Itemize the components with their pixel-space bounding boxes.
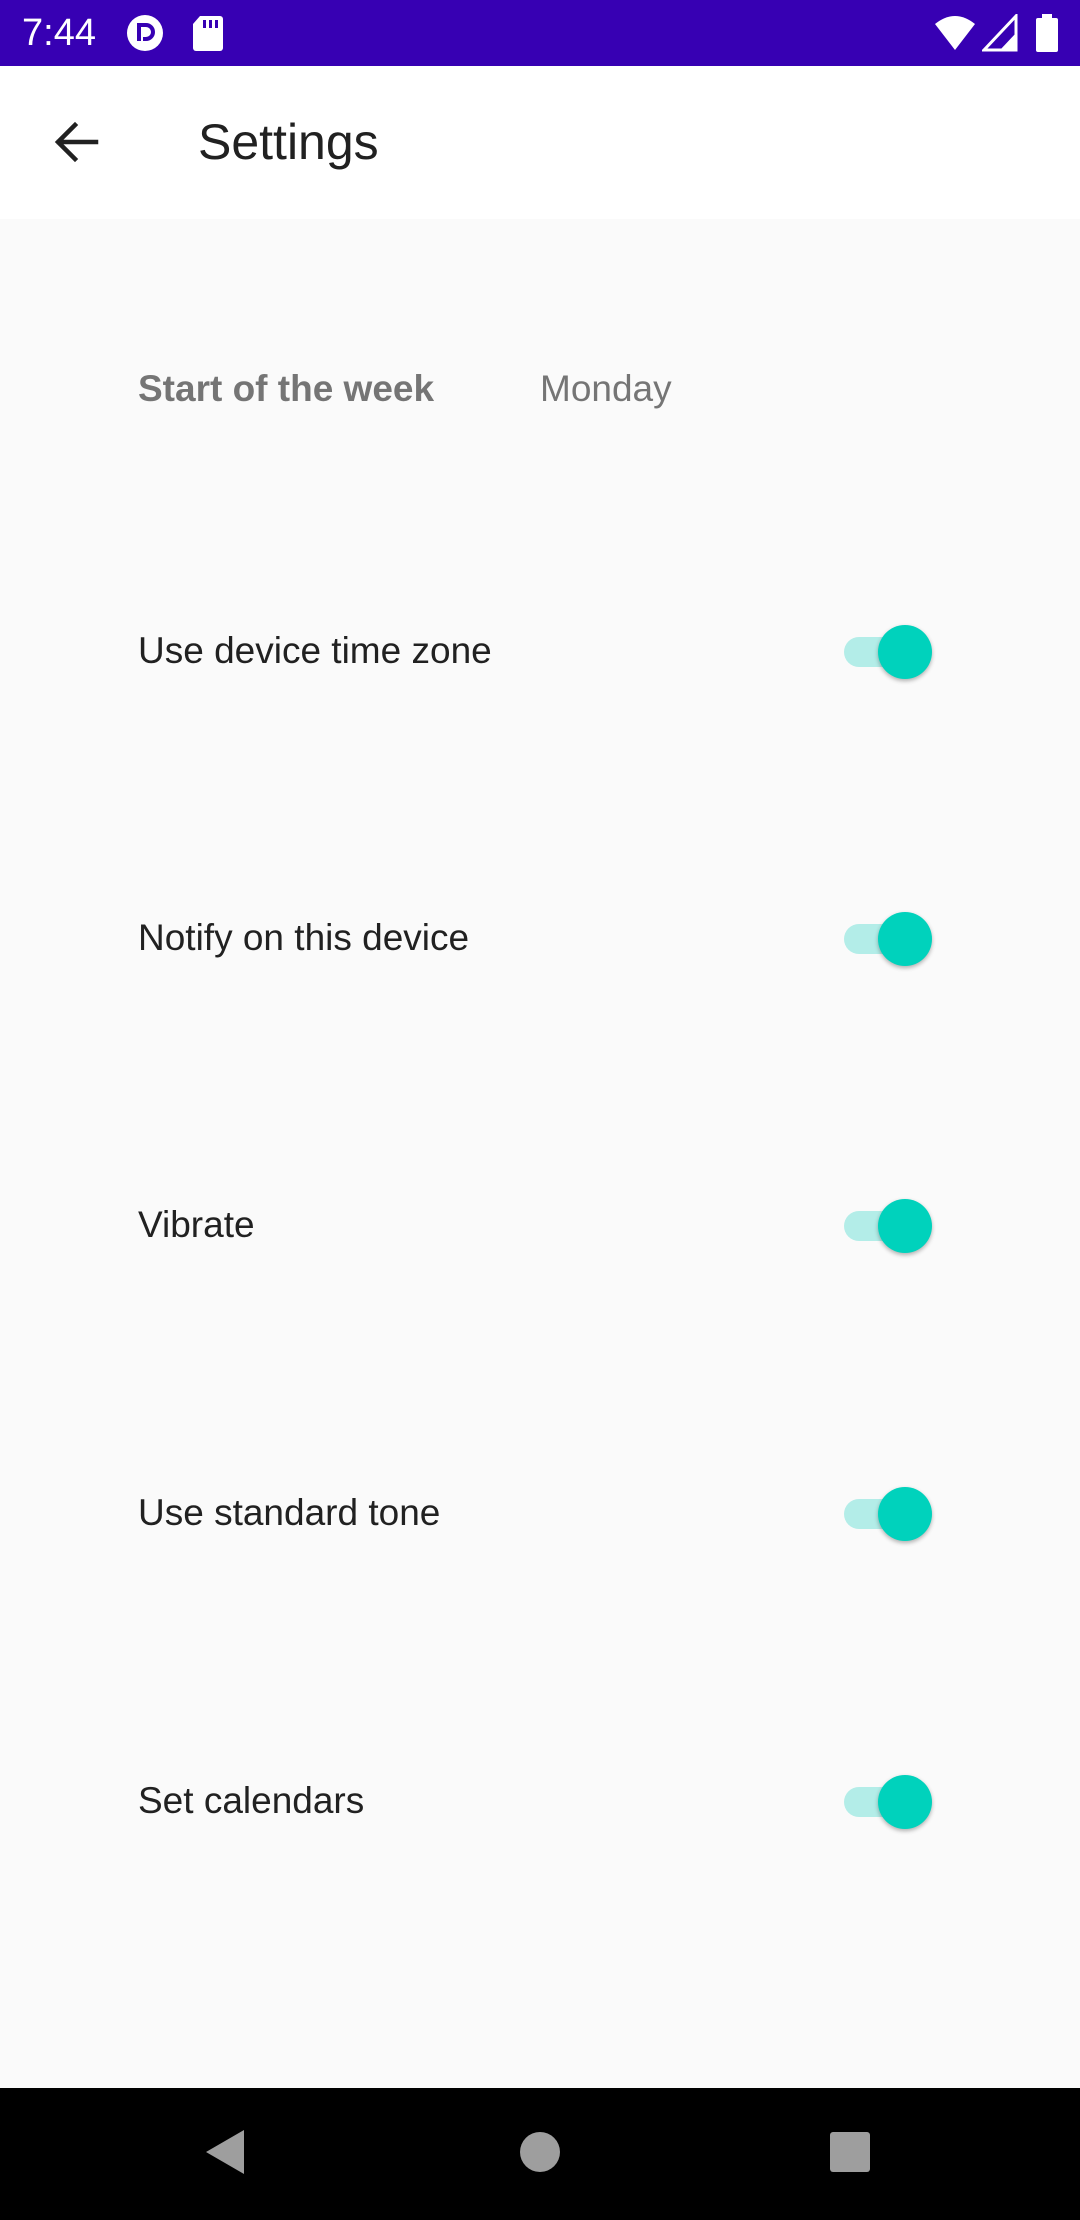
- recents-square-icon: [828, 2130, 872, 2179]
- setting-label-set-calendars: Set calendars: [138, 1780, 365, 1821]
- home-circle-icon: [518, 2130, 562, 2179]
- status-time: 7:44: [22, 12, 96, 54]
- setting-row-device-time-zone: Use device time zone: [0, 591, 1080, 711]
- arrow-back-icon: [51, 117, 101, 172]
- setting-label-standard-tone: Use standard tone: [138, 1492, 441, 1533]
- switch-thumb: [878, 912, 932, 966]
- switch-thumb: [878, 625, 932, 679]
- standard-tone-switch[interactable]: [836, 1478, 936, 1548]
- cell-signal-icon: [980, 12, 1018, 57]
- setting-label-vibrate: Vibrate: [138, 1204, 255, 1245]
- settings-list: Start of the week Monday Use device time…: [0, 219, 1080, 2088]
- nav-home-button[interactable]: [500, 2114, 580, 2194]
- vibrate-switch[interactable]: [836, 1190, 936, 1260]
- switch-thumb: [878, 1775, 932, 1829]
- back-button[interactable]: [36, 104, 116, 184]
- setting-row-set-calendars: Set calendars: [0, 1741, 1080, 1861]
- device-time-zone-switch[interactable]: [836, 616, 936, 686]
- navigation-bar: [0, 2088, 1080, 2220]
- switch-thumb: [878, 1487, 932, 1541]
- wifi-icon: [934, 14, 976, 57]
- start-of-week-value[interactable]: Monday: [540, 367, 672, 411]
- back-triangle-icon: [204, 2128, 248, 2181]
- set-calendars-switch[interactable]: [836, 1766, 936, 1836]
- setting-row-vibrate: Vibrate: [0, 1165, 1080, 1285]
- battery-icon: [1036, 14, 1058, 57]
- start-of-week-label: Start of the week: [138, 368, 435, 409]
- page-title: Settings: [198, 114, 379, 170]
- pocket-casts-icon: [126, 14, 164, 57]
- start-of-week-row: Start of the week Monday: [0, 339, 1080, 439]
- nav-back-button[interactable]: [186, 2114, 266, 2194]
- setting-row-standard-tone: Use standard tone: [0, 1453, 1080, 1573]
- nav-recents-button[interactable]: [810, 2114, 890, 2194]
- setting-label-device-time-zone: Use device time zone: [138, 630, 492, 671]
- status-bar: 7:44: [0, 0, 1080, 66]
- app-bar: Settings: [0, 66, 1080, 219]
- setting-label-notify-on-device: Notify on this device: [138, 917, 470, 958]
- notify-on-device-switch[interactable]: [836, 903, 936, 973]
- setting-row-notify-on-device: Notify on this device: [0, 878, 1080, 998]
- switch-thumb: [878, 1199, 932, 1253]
- sd-card-icon: [192, 14, 224, 57]
